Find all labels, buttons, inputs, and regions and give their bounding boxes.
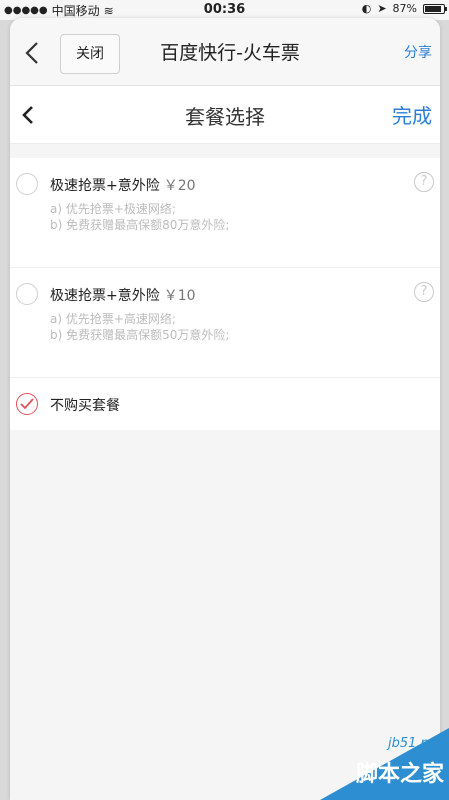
window-header: 关闭 百度快行-火车票 分享	[10, 18, 440, 86]
checkmark-icon	[20, 398, 34, 410]
close-button[interactable]: 关闭	[60, 34, 120, 74]
option-title-text: 极速抢票+意外险	[50, 288, 160, 304]
option-title-text: 极速抢票+意外险	[50, 178, 160, 194]
site-watermark: jb51.net 脚本之家	[320, 728, 449, 800]
done-button[interactable]: 完成	[392, 100, 432, 129]
option-desc-a: a) 优先抢票+极速网络;	[50, 202, 176, 216]
watermark-site: jb51.net	[388, 736, 442, 751]
location-icon: ➤	[377, 2, 387, 15]
package-options-list: 极速抢票+意外险 ￥20 a) 优先抢票+极速网络; b) 免费获赠最高保额80万…	[10, 158, 440, 430]
lock-rotation-icon: ◐	[361, 2, 372, 15]
package-option-20[interactable]: 极速抢票+意外险 ￥20 a) 优先抢票+极速网络; b) 免费获赠最高保额80万…	[10, 158, 440, 268]
watermark-name: 脚本之家	[356, 762, 445, 787]
question-circle-icon[interactable]: ?	[414, 172, 434, 192]
chevron-left-icon	[25, 42, 38, 64]
page-title: 套餐选择	[185, 105, 265, 129]
option-price: ￥20	[163, 178, 196, 194]
share-button[interactable]: 分享	[404, 42, 432, 62]
radio-unchecked[interactable]	[16, 173, 38, 195]
status-bar: ●●●●● 中国移动 ≋ 00:36 ◐ ➤ 87%	[0, 0, 449, 20]
option-title: 极速抢票+意外险 ￥10	[50, 285, 196, 305]
window-back-button[interactable]	[20, 38, 44, 68]
option-title: 极速抢票+意外险 ￥20	[50, 175, 196, 195]
radio-unchecked[interactable]	[16, 283, 38, 305]
radio-checked[interactable]	[16, 393, 38, 415]
package-option-10[interactable]: 极速抢票+意外险 ￥10 a) 优先抢票+高速网络; b) 免费获赠最高保额50万…	[10, 268, 440, 378]
battery-percent: 87%	[392, 2, 417, 15]
option-title-text: 不购买套餐	[50, 398, 120, 414]
battery-fill	[425, 5, 441, 12]
option-desc-a: a) 优先抢票+高速网络;	[50, 312, 176, 326]
battery-icon	[423, 3, 447, 14]
option-price: ￥10	[163, 288, 196, 304]
option-desc-b: b) 免费获赠最高保额50万意外险;	[50, 328, 230, 342]
browser-window: 关闭 百度快行-火车票 分享 套餐选择 完成 极速抢票+意外险 ￥20 a) 优先…	[10, 18, 440, 800]
option-description: a) 优先抢票+极速网络; b) 免费获赠最高保额80万意外险;	[50, 201, 229, 233]
option-description: a) 优先抢票+高速网络; b) 免费获赠最高保额50万意外险;	[50, 311, 229, 343]
option-title: 不购买套餐	[50, 395, 120, 415]
window-title: 百度快行-火车票	[160, 42, 300, 64]
page-nav-bar: 套餐选择 完成	[10, 86, 440, 144]
status-right: ◐ ➤ 87%	[361, 2, 447, 15]
question-circle-icon[interactable]: ?	[414, 282, 434, 302]
option-desc-b: b) 免费获赠最高保额80万意外险;	[50, 218, 230, 232]
package-option-none[interactable]: 不购买套餐	[10, 378, 440, 430]
